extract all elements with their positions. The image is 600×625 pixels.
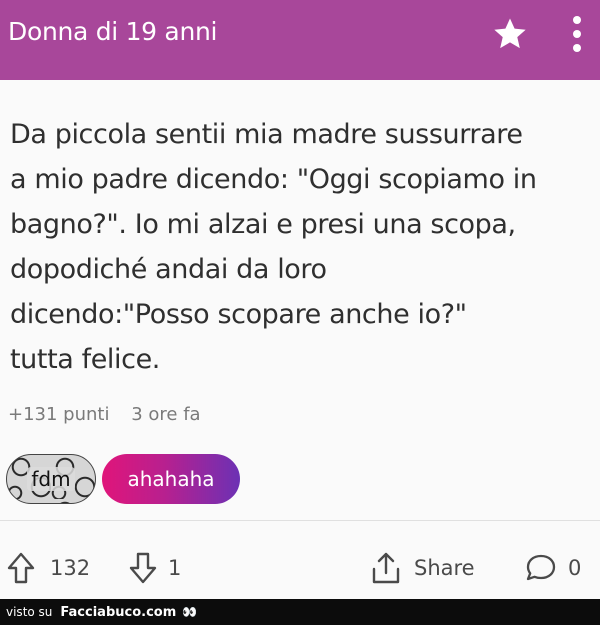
comments-button[interactable]: 0 xyxy=(524,548,581,588)
star-icon[interactable] xyxy=(491,15,529,53)
tag-fdm[interactable]: fdm xyxy=(6,454,96,504)
visto-su-label: visto su xyxy=(6,605,53,619)
eyes-icon: 👀 xyxy=(182,605,197,619)
post-text-line: tutta felice. xyxy=(10,344,160,375)
upvote-count: 132 xyxy=(50,556,91,580)
post-text-line: bagno?". Io mi alzai e presi una scopa, xyxy=(10,209,516,240)
tag-ahahaha[interactable]: ahahaha xyxy=(102,454,240,504)
tag-label: ahahaha xyxy=(127,467,215,491)
downvote-button[interactable]: 1 xyxy=(128,548,181,588)
site-name: Facciabuco.com xyxy=(60,604,177,620)
share-button[interactable]: Share xyxy=(370,548,475,588)
downvote-count: 1 xyxy=(168,556,182,580)
action-bar: 132 1 Share 0 xyxy=(0,548,600,588)
arrow-down-icon xyxy=(128,551,158,585)
post-body: Da piccola sentii mia madre sussurrare a… xyxy=(10,112,590,382)
points-count: +131 punti xyxy=(8,404,110,425)
share-icon xyxy=(370,551,402,585)
page-title: Donna di 19 anni xyxy=(8,17,218,46)
watermark-bar: visto su Facciabuco.com 👀 xyxy=(0,599,600,625)
tag-label: fdm xyxy=(27,467,75,491)
share-label: Share xyxy=(414,556,475,580)
upvote-button[interactable]: 132 xyxy=(6,548,90,588)
post-time: 3 ore fa xyxy=(131,404,201,425)
post-text-line: dopodiché andai da loro xyxy=(10,254,327,285)
more-vertical-icon[interactable] xyxy=(567,16,587,52)
arrow-up-icon xyxy=(6,551,36,585)
post-text-line: Da piccola sentii mia madre sussurrare xyxy=(10,119,523,150)
post-text-line: a mio padre dicendo: "Oggi scopiamo in xyxy=(10,164,537,195)
comment-icon xyxy=(524,551,558,585)
comments-count: 0 xyxy=(568,556,582,580)
top-bar: Donna di 19 anni xyxy=(0,0,600,80)
divider xyxy=(0,520,600,521)
post-text-line: dicendo:"Posso scopare anche io?" xyxy=(10,299,467,330)
post-meta: +131 punti 3 ore fa xyxy=(8,404,201,425)
